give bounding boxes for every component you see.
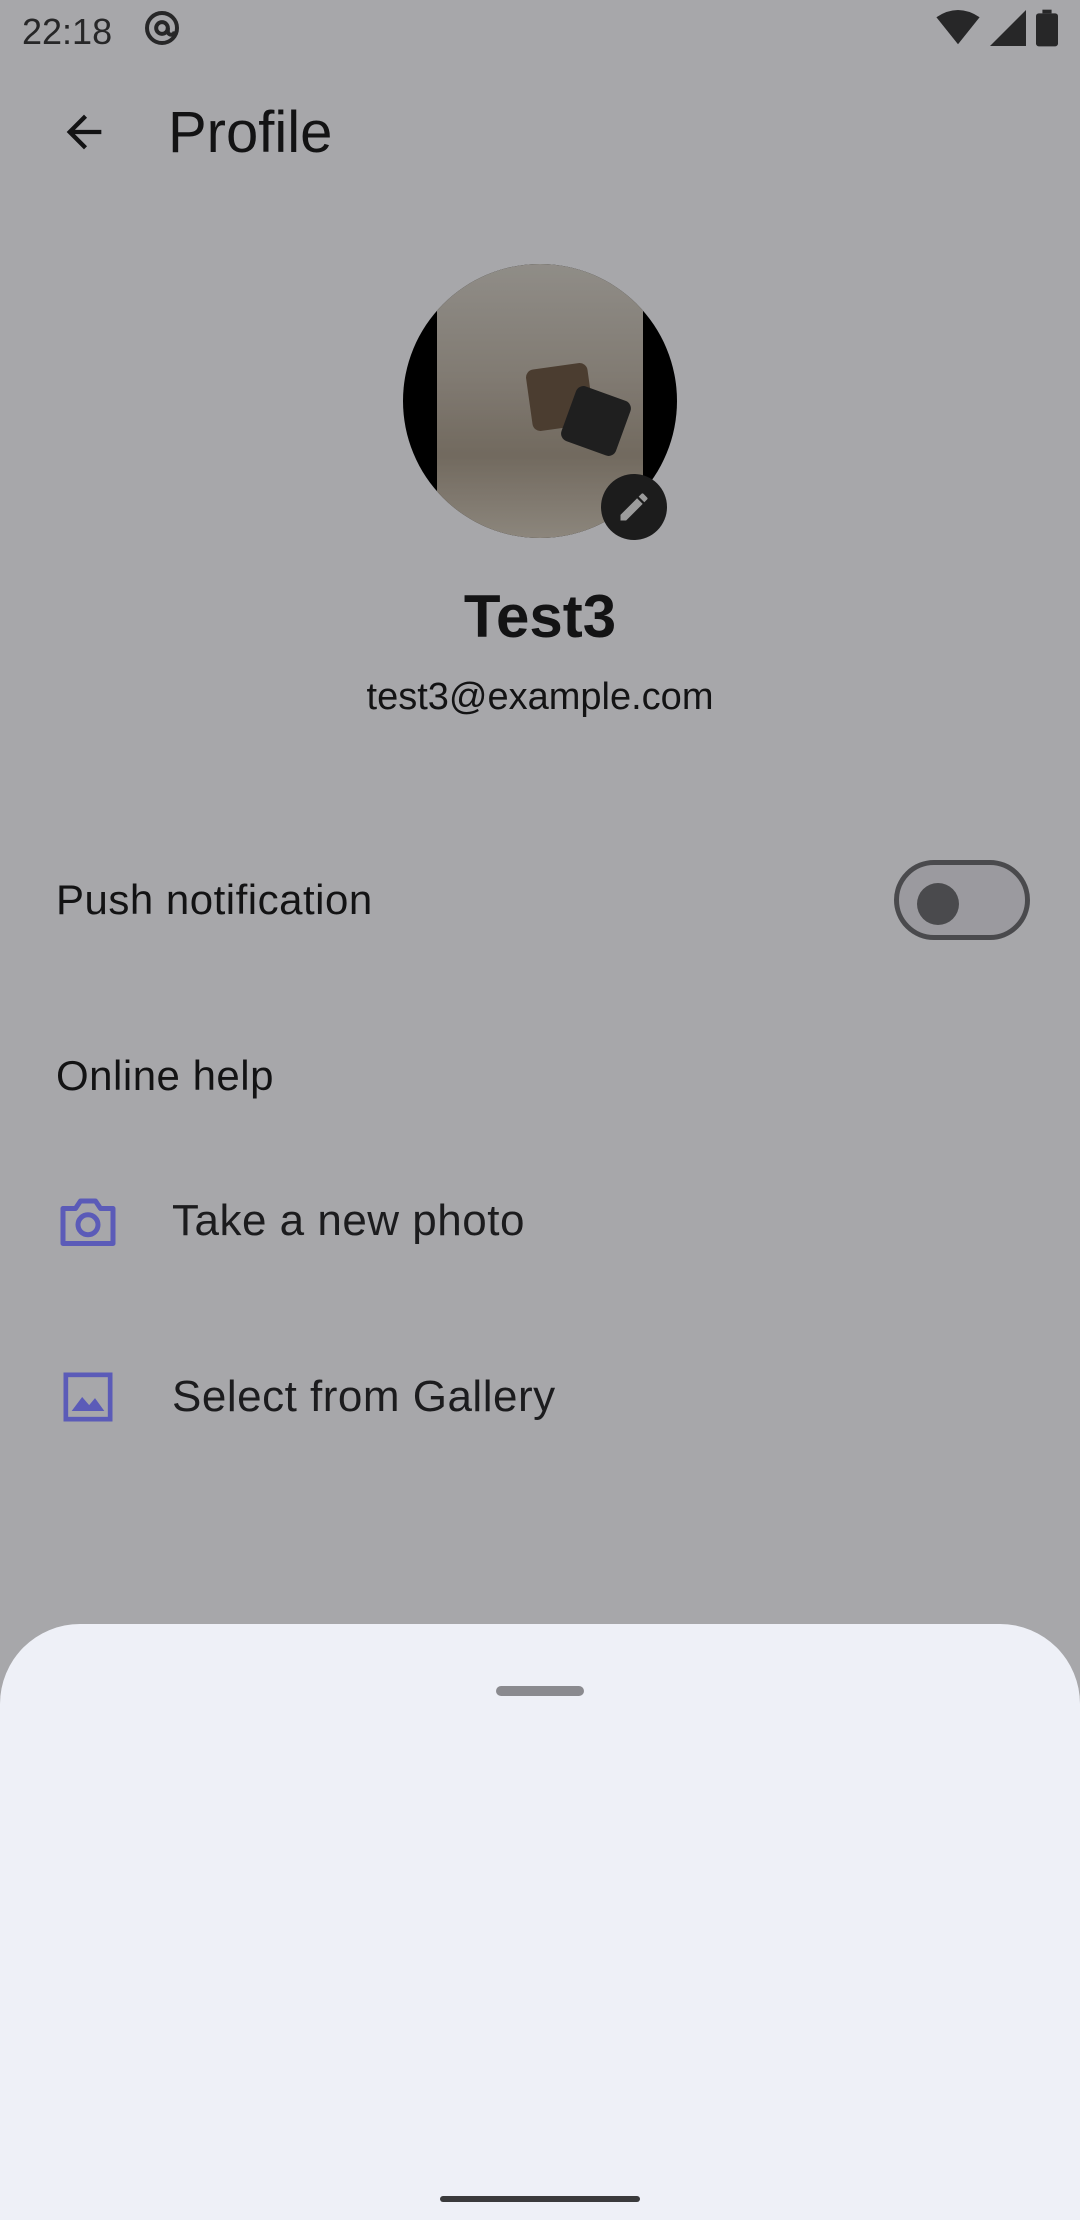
profile-screen: 22:18 Profile Test3 test3@example.com Pu… bbox=[0, 0, 1080, 2220]
select-from-gallery-label: Select from Gallery bbox=[172, 1372, 556, 1421]
photo-source-bottom-sheet bbox=[0, 1624, 1080, 2220]
camera-icon bbox=[56, 1189, 120, 1253]
take-new-photo-option[interactable]: Take a new photo bbox=[0, 1146, 1080, 1296]
select-from-gallery-option[interactable]: Select from Gallery bbox=[0, 1322, 1080, 1472]
take-new-photo-label: Take a new photo bbox=[172, 1196, 525, 1245]
image-icon bbox=[56, 1365, 120, 1429]
gesture-navigation-bar[interactable] bbox=[440, 2196, 640, 2202]
drag-handle[interactable] bbox=[496, 1686, 584, 1696]
